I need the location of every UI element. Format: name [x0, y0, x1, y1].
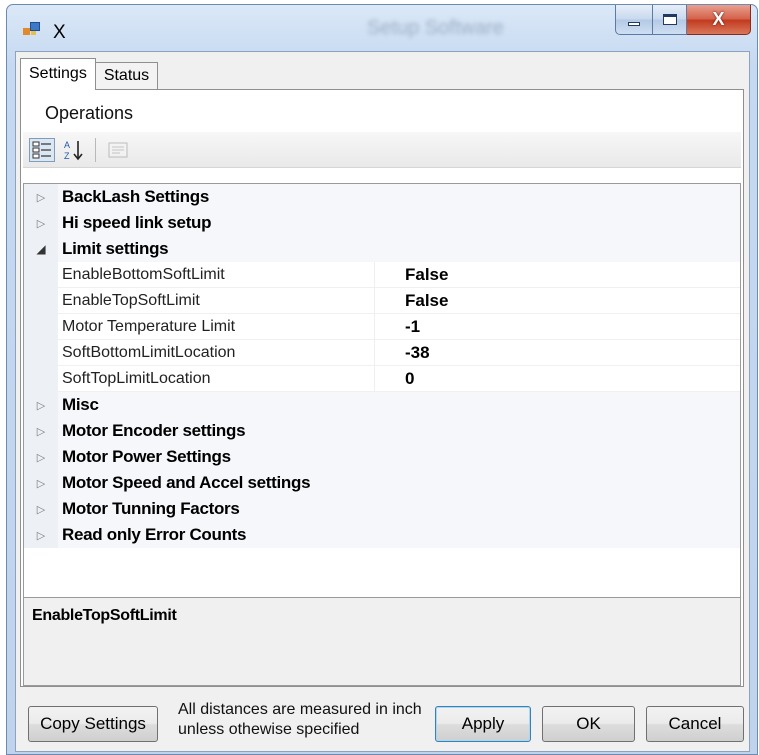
property-grid-toolbar: A Z: [23, 132, 741, 168]
app-window: X Setup Software X Settings Status Opera…: [6, 4, 758, 755]
tab-settings[interactable]: Settings: [20, 58, 96, 90]
maximize-button[interactable]: [653, 5, 687, 35]
app-icon: [23, 22, 41, 36]
expand-icon[interactable]: ▷: [37, 191, 45, 204]
settings-tab-panel: Operations A Z ▷ BackLash Settings ▷ Hi …: [20, 89, 744, 687]
operations-header: Operations: [23, 92, 741, 132]
title-bar[interactable]: X Setup Software X: [7, 5, 757, 49]
property-value[interactable]: 0: [375, 366, 740, 392]
property-value[interactable]: -38: [375, 340, 740, 366]
property-value[interactable]: False: [375, 288, 740, 314]
blurred-title-text: Setup Software: [367, 17, 504, 39]
categorized-icon: [32, 141, 51, 159]
category-row-misc[interactable]: ▷ Misc: [24, 392, 740, 418]
property-name: Motor Temperature Limit: [58, 314, 374, 340]
property-pages-button[interactable]: [105, 138, 131, 162]
svg-text:Z: Z: [64, 151, 70, 161]
window-controls: X: [615, 5, 751, 35]
category-row-motor-power-settings[interactable]: ▷ Motor Power Settings: [24, 444, 740, 470]
ok-button[interactable]: OK: [542, 706, 635, 742]
property-row-motor-temperature-limit[interactable]: Motor Temperature Limit -1: [24, 314, 740, 340]
property-value[interactable]: False: [375, 262, 740, 288]
category-row-read-only-error-counts[interactable]: ▷ Read only Error Counts: [24, 522, 740, 548]
description-panel: EnableTopSoftLimit: [23, 597, 741, 686]
collapse-icon[interactable]: ◢: [36, 242, 45, 256]
property-name: SoftBottomLimitLocation: [58, 340, 374, 366]
copy-settings-button[interactable]: Copy Settings: [28, 706, 158, 742]
tab-strip: Settings Status: [20, 58, 159, 90]
alphabetical-sort-button[interactable]: A Z: [61, 138, 87, 162]
client-area: Settings Status Operations A Z ▷ BackLas…: [15, 51, 750, 752]
property-row-softbottomlimitlocation[interactable]: SoftBottomLimitLocation -38: [24, 340, 740, 366]
category-row-limit-settings[interactable]: ◢ Limit settings: [24, 236, 740, 262]
expand-icon[interactable]: ▷: [37, 399, 45, 412]
units-note: All distances are measured in inch unles…: [178, 701, 422, 738]
tab-status[interactable]: Status: [94, 62, 159, 90]
property-row-enabletopsoftlimit[interactable]: EnableTopSoftLimit False: [24, 288, 740, 314]
category-row-backlash-settings[interactable]: ▷ BackLash Settings: [24, 184, 740, 210]
close-button[interactable]: X: [687, 5, 751, 35]
property-name: EnableBottomSoftLimit: [58, 262, 374, 288]
svg-text:A: A: [64, 140, 70, 150]
property-value[interactable]: -1: [375, 314, 740, 340]
expand-icon[interactable]: ▷: [37, 451, 45, 464]
property-name: EnableTopSoftLimit: [58, 288, 374, 314]
operations-label: Operations: [45, 103, 134, 123]
expand-icon[interactable]: ▷: [37, 529, 45, 542]
expand-icon[interactable]: ▷: [37, 217, 45, 230]
property-grid: ▷ BackLash Settings ▷ Hi speed link setu…: [23, 183, 741, 603]
expand-icon[interactable]: ▷: [37, 503, 45, 516]
window-title: X: [53, 22, 66, 43]
toolbar-separator: [95, 138, 96, 162]
expand-icon[interactable]: ▷: [37, 477, 45, 490]
categorized-view-button[interactable]: [29, 138, 55, 162]
close-icon: X: [712, 9, 725, 29]
expand-icon[interactable]: ▷: [37, 425, 45, 438]
property-row-softtoplimitlocation[interactable]: SoftTopLimitLocation 0: [24, 366, 740, 392]
minimize-button[interactable]: [615, 5, 653, 35]
description-title: EnableTopSoftLimit: [32, 607, 177, 624]
property-row-enablebottomsoftlimit[interactable]: EnableBottomSoftLimit False: [24, 262, 740, 288]
cancel-button[interactable]: Cancel: [646, 706, 744, 742]
category-row-motor-speed-accel-settings[interactable]: ▷ Motor Speed and Accel settings: [24, 470, 740, 496]
maximize-icon: [662, 14, 677, 25]
category-row-hi-speed-link-setup[interactable]: ▷ Hi speed link setup: [24, 210, 740, 236]
category-row-motor-tunning-factors[interactable]: ▷ Motor Tunning Factors: [24, 496, 740, 522]
property-name: SoftTopLimitLocation: [58, 366, 374, 392]
alphabetical-sort-icon: A Z: [64, 140, 83, 161]
property-pages-icon: [108, 142, 128, 158]
category-row-motor-encoder-settings[interactable]: ▷ Motor Encoder settings: [24, 418, 740, 444]
minimize-icon: [628, 21, 640, 26]
apply-button[interactable]: Apply: [435, 706, 531, 742]
